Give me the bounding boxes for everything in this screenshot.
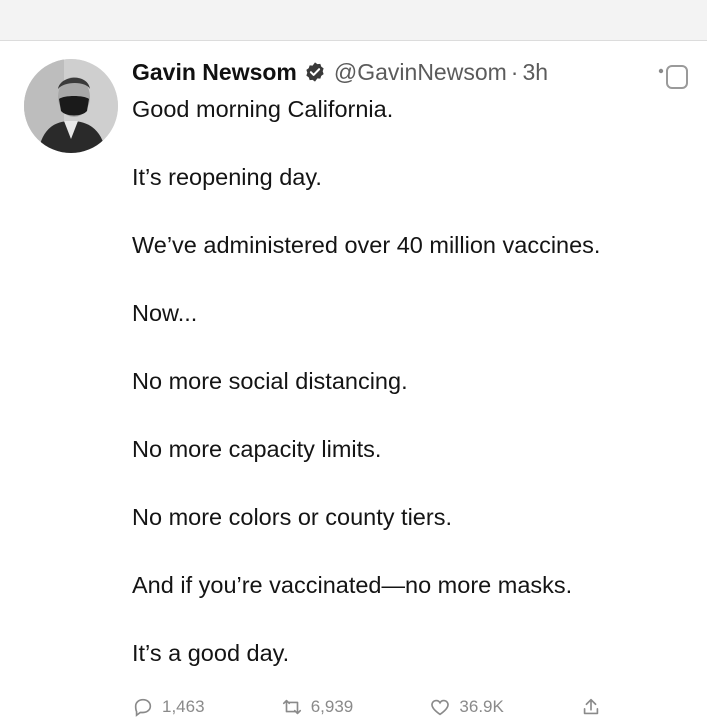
author-name[interactable]: Gavin Newsom [132, 59, 297, 86]
reply-icon [134, 698, 152, 717]
tweet-line: No more capacity limits. [132, 436, 382, 462]
like-count: 36.9K [459, 697, 504, 716]
tweet-line: And if you’re vaccinated—no more masks. [132, 572, 573, 598]
tweet-line: No more social distancing. [132, 368, 408, 394]
tweet-header: Gavin Newsom @GavinNewsom · 3h [132, 55, 548, 89]
separator-dot: · [510, 58, 519, 85]
retweet-count: 6,939 [310, 697, 354, 716]
tweet-line: We’ve administered over 40 million vacci… [132, 232, 601, 258]
share-icon [583, 698, 599, 715]
tweet-actions: 1,463 6,939 36.9K [132, 692, 602, 722]
tweet-line: Good morning California. [132, 96, 394, 122]
heart-icon [431, 699, 450, 716]
tweet-body: Good morning California. It’s reopening … [132, 92, 697, 670]
like-button[interactable]: 36.9K [429, 692, 504, 722]
retweet-button[interactable]: 6,939 [281, 692, 354, 722]
timestamp[interactable]: 3h [522, 59, 548, 86]
author-handle[interactable]: @GavinNewsom [334, 59, 507, 86]
share-button[interactable] [580, 692, 602, 722]
tweet-line: Now... [132, 300, 198, 326]
tweet-line: It’s reopening day. [132, 164, 322, 190]
avatar[interactable] [24, 59, 118, 153]
reply-button[interactable]: 1,463 [132, 692, 205, 722]
verified-badge-icon [304, 61, 326, 83]
more-options-icon[interactable] [658, 63, 690, 93]
retweet-icon [282, 699, 301, 715]
avatar-photo [24, 59, 118, 153]
reply-count: 1,463 [162, 697, 205, 716]
tweet[interactable]: Gavin Newsom @GavinNewsom · 3h Good morn… [0, 41, 707, 717]
top-bar [0, 0, 707, 41]
tweet-line: No more colors or county tiers. [132, 504, 452, 530]
tweet-line: It’s a good day. [132, 640, 290, 666]
